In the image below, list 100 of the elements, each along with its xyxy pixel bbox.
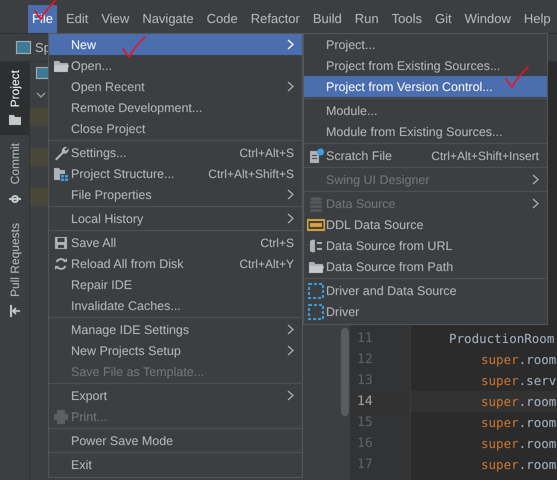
- menu-item[interactable]: Scratch File Ctrl+Alt+Shift+Insert: [304, 145, 547, 166]
- menu-item-label: Project from Version Control...: [326, 80, 494, 94]
- menu-item[interactable]: New Projects Setup: [49, 340, 302, 361]
- chevron-down-icon: [36, 92, 46, 98]
- menu-item-label: Module from Existing Sources...: [326, 124, 504, 138]
- menu-item-label: Save All: [71, 236, 118, 250]
- menu-bar-item[interactable]: Code: [202, 5, 242, 33]
- menu-item[interactable]: Remote Development...: [49, 97, 302, 118]
- ddl-icon: [307, 218, 325, 230]
- menu-bar-item[interactable]: Git: [430, 5, 456, 33]
- menu-item[interactable]: Module...: [304, 100, 547, 121]
- wrench-icon: [53, 144, 69, 160]
- driver-icon: [308, 304, 324, 320]
- menu-item-label: Local History: [71, 212, 144, 226]
- menu-item-label: Manage IDE Settings: [71, 322, 190, 336]
- menu-item-label: Project Structure...: [71, 166, 176, 180]
- pull-request-icon: [10, 304, 20, 317]
- menu-item[interactable]: Manage IDE Settings: [49, 319, 302, 340]
- menu-item[interactable]: File Properties: [49, 184, 302, 205]
- code-line: super.room: [480, 435, 557, 453]
- menu-bar-item[interactable]: Help: [520, 5, 555, 33]
- plug-icon: [308, 238, 324, 252]
- menu-item-label: Settings...: [71, 146, 128, 160]
- scrollbar-thumb[interactable]: [341, 328, 349, 416]
- code-line: super.serv: [480, 372, 557, 390]
- reload-icon: [54, 256, 68, 270]
- menu-item-label: Swing UI Designer: [326, 172, 431, 186]
- menu-bar-item[interactable]: Refactor: [246, 5, 304, 33]
- code-line: super.room: [480, 414, 557, 432]
- menu-item-label: Data Source from Path: [326, 260, 454, 274]
- menu-item-label: Exit: [71, 458, 93, 472]
- menu-bar-item[interactable]: Run: [350, 5, 383, 33]
- menu-bar-item[interactable]: Tools: [388, 5, 426, 33]
- menu-item[interactable]: Driver: [304, 301, 547, 322]
- tool-window-tab[interactable]: Pull Requests: [0, 214, 29, 327]
- menu-item[interactable]: Open...: [49, 55, 302, 76]
- menu-item[interactable]: DDL Data Source: [304, 214, 547, 235]
- shortcut-label: Ctrl+Alt+Shift+Insert: [431, 148, 539, 162]
- tool-window-tab[interactable]: Project: [0, 62, 29, 136]
- tool-window-tab[interactable]: Commit: [0, 135, 29, 215]
- code-line: super.room: [480, 351, 557, 369]
- menu-item-label: Print...: [71, 410, 108, 424]
- commit-icon: [8, 192, 20, 205]
- menu-item[interactable]: Close Project: [49, 118, 302, 139]
- menu-item-label: Data Source: [326, 196, 396, 210]
- menu-item[interactable]: Data Source from URL: [304, 235, 547, 256]
- menu-item[interactable]: Module from Existing Sources...: [304, 121, 547, 142]
- menu-item-label: Close Project: [71, 122, 146, 136]
- menu-item[interactable]: Project from Existing Sources...: [304, 55, 547, 76]
- menu-item[interactable]: Repair IDE: [49, 274, 302, 295]
- menu-item-label: File Properties: [71, 188, 153, 202]
- shortcut-label: Ctrl+Alt+Y: [239, 256, 294, 270]
- menu-item-label: New Projects Setup: [71, 344, 182, 358]
- menu-bar-item[interactable]: Edit: [62, 5, 92, 33]
- menu-item[interactable]: Local History: [49, 208, 302, 229]
- menu-bar-item[interactable]: Build: [308, 5, 346, 33]
- tool-window-tab-label: Project: [8, 70, 22, 108]
- menu-item-label: Open Recent: [71, 80, 146, 94]
- menu-item[interactable]: Open Recent: [49, 76, 302, 97]
- menu-item-label: Driver and Data Source: [326, 284, 458, 298]
- menu-bar-item[interactable]: Navigate: [138, 5, 198, 33]
- menu-item-label: Reload All from Disk: [71, 256, 185, 270]
- menu-item[interactable]: Driver and Data Source: [304, 280, 547, 301]
- menu-item-label: Export: [71, 388, 108, 402]
- menu-item[interactable]: Power Save Mode: [49, 430, 302, 451]
- menu-item[interactable]: Data Source from Path: [304, 256, 547, 277]
- menu-item[interactable]: Exit: [49, 454, 302, 475]
- menu-item[interactable]: Project Structure... Ctrl+Alt+Shift+S: [49, 163, 302, 184]
- menu-item-label: Data Source from URL: [326, 238, 454, 252]
- tool-window-tab-label: Pull Requests: [8, 222, 22, 297]
- save-icon: [54, 236, 68, 250]
- menu-item[interactable]: Settings... Ctrl+Alt+S: [49, 142, 302, 163]
- menu-item[interactable]: New: [49, 34, 302, 55]
- menu-item[interactable]: Save All Ctrl+S: [49, 232, 302, 253]
- menu-item-label: Remote Development...: [71, 100, 204, 114]
- tree-row[interactable]: [30, 148, 48, 166]
- menu-item-label: Power Save Mode: [71, 434, 174, 448]
- shortcut-label: Ctrl+Alt+Shift+S: [208, 166, 294, 180]
- tree-row[interactable]: [30, 108, 48, 126]
- code-line: super.room: [480, 456, 557, 474]
- menu-item[interactable]: Invalidate Caches...: [49, 295, 302, 316]
- menu-bar-item[interactable]: Window: [460, 5, 515, 33]
- database-icon: [308, 196, 324, 212]
- menu-item-label: Project from Existing Sources...: [326, 58, 502, 72]
- menu-item-label: Invalidate Caches...: [71, 298, 182, 312]
- menu-bar-item[interactable]: View: [97, 5, 134, 33]
- menu-item-label: Open...: [71, 58, 113, 72]
- driver-icon: [308, 282, 324, 298]
- structure-icon: [53, 166, 69, 180]
- window-tab-icon: [16, 41, 31, 54]
- menu-item-label: Module...: [326, 104, 378, 118]
- menu-item[interactable]: Project...: [304, 34, 547, 55]
- scratch-file-icon: [308, 148, 324, 164]
- menu-item-label: Driver: [326, 304, 360, 318]
- menu-item[interactable]: Project from Version Control...: [304, 76, 547, 97]
- tree-row[interactable]: [30, 188, 48, 206]
- menu-item-label: Scratch File: [326, 148, 393, 162]
- menu-item[interactable]: Export: [49, 385, 302, 406]
- menu-item-label: DDL Data Source: [326, 218, 424, 232]
- menu-item[interactable]: Reload All from Disk Ctrl+Alt+Y: [49, 253, 302, 274]
